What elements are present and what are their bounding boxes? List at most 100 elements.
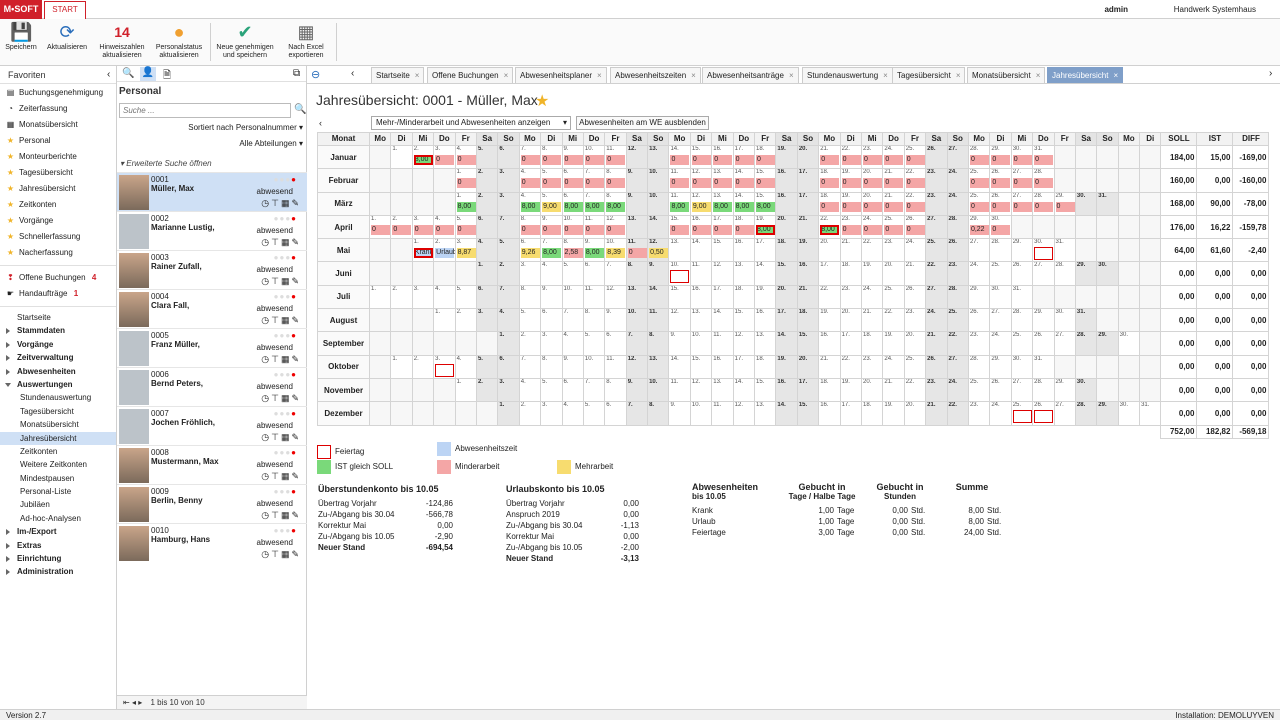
day-cell[interactable]: 6. bbox=[582, 261, 606, 286]
day-cell[interactable]: 25. 0 bbox=[967, 168, 991, 193]
day-cell[interactable]: 15. bbox=[689, 354, 713, 379]
nav-auswertungen[interactable]: Auswertungen bbox=[0, 378, 116, 391]
day-cell[interactable]: 16. bbox=[818, 331, 841, 356]
fav-schnellerfassung[interactable]: ★ Schnellerfassung bbox=[0, 229, 116, 245]
day-cell[interactable]: 27. bbox=[1053, 401, 1076, 426]
day-cell[interactable]: 23. bbox=[925, 191, 948, 216]
search-icon[interactable]: 🔍 bbox=[122, 68, 134, 79]
day-cell[interactable]: 11. bbox=[711, 401, 734, 426]
day-cell[interactable]: 3. bbox=[411, 284, 435, 310]
employee-row[interactable]: 0006 Bernd Peters, ●●●● abwesend ◷⊤▦✎ bbox=[117, 367, 307, 406]
day-cell[interactable]: 24. bbox=[903, 238, 927, 263]
day-cell[interactable]: 7. bbox=[582, 377, 606, 403]
day-cell[interactable]: 13. bbox=[647, 144, 670, 170]
day-cell[interactable]: 18. bbox=[860, 401, 884, 426]
edit-icon[interactable]: ✎ bbox=[291, 237, 301, 247]
calendar-icon[interactable]: ▦ bbox=[281, 471, 292, 481]
stamp-icon[interactable]: ⊤ bbox=[271, 471, 281, 481]
day-cell[interactable]: 23. bbox=[925, 168, 948, 193]
day-cell[interactable]: 23. 0 bbox=[860, 144, 884, 170]
day-cell[interactable]: 6. bbox=[475, 214, 499, 240]
day-cell[interactable]: 11. 8,00 bbox=[668, 191, 691, 216]
day-cell[interactable]: 16. bbox=[775, 168, 798, 193]
day-cell[interactable]: 23. bbox=[839, 284, 862, 310]
day-cell[interactable]: 31. bbox=[1053, 238, 1076, 263]
document-icon[interactable]: 🗎 bbox=[163, 68, 171, 85]
day-cell[interactable]: 3. bbox=[497, 377, 520, 403]
day-cell[interactable]: 15. bbox=[732, 308, 756, 333]
day-cell[interactable]: 25. bbox=[1010, 401, 1034, 426]
day-cell[interactable]: 5. bbox=[497, 238, 520, 263]
day-cell[interactable]: 18. bbox=[754, 354, 777, 379]
day-cell[interactable]: 29. bbox=[967, 284, 991, 310]
day-cell[interactable]: 6. bbox=[604, 331, 627, 356]
day-cell[interactable]: 27. bbox=[946, 354, 969, 379]
day-cell[interactable]: 25. bbox=[903, 354, 927, 379]
day-cell[interactable]: 20. bbox=[882, 261, 905, 286]
day-cell[interactable]: 18. 0 bbox=[732, 214, 756, 240]
day-cell[interactable]: 17. bbox=[754, 238, 777, 263]
employee-row[interactable]: 0003 Rainer Zufall, ●●●● abwesend ◷⊤▦✎ bbox=[117, 250, 307, 289]
day-cell[interactable]: 15. 0 bbox=[689, 144, 713, 170]
day-cell[interactable]: 4. bbox=[497, 308, 520, 333]
day-cell[interactable]: 5. bbox=[582, 401, 606, 426]
nav-zeitkonten[interactable]: Zeitkonten bbox=[0, 445, 116, 458]
day-cell[interactable]: 16. bbox=[689, 284, 713, 310]
day-cell[interactable]: 28. bbox=[946, 284, 969, 310]
day-cell[interactable]: 7. 8,00 bbox=[582, 191, 606, 216]
day-cell[interactable]: 19. bbox=[775, 354, 798, 379]
day-cell[interactable]: 7. bbox=[561, 308, 584, 333]
day-cell[interactable]: 9. bbox=[647, 261, 670, 286]
day-cell[interactable]: 14. 0 bbox=[668, 144, 691, 170]
day-cell[interactable]: 1. bbox=[433, 308, 456, 333]
day-cell[interactable]: 19. bbox=[818, 308, 841, 333]
day-cell[interactable]: 9. bbox=[625, 377, 649, 403]
day-cell[interactable]: 11. bbox=[711, 331, 734, 356]
day-cell[interactable]: 16. bbox=[732, 238, 756, 263]
day-cell[interactable]: 12. bbox=[732, 401, 756, 426]
fav-zeitkonten[interactable]: ★ Zeitkonten bbox=[0, 197, 116, 213]
day-cell[interactable]: 22. bbox=[860, 238, 884, 263]
day-cell[interactable]: 16. 0 bbox=[711, 144, 734, 170]
day-cell[interactable]: 29. bbox=[1096, 401, 1119, 426]
day-cell[interactable]: 7. bbox=[497, 284, 520, 310]
day-cell[interactable]: 28. bbox=[967, 354, 991, 379]
collapse-chevron-icon[interactable]: ‹ bbox=[107, 69, 110, 80]
day-cell[interactable]: 6. 0 bbox=[561, 168, 584, 193]
day-cell[interactable]: 10. bbox=[582, 354, 606, 379]
day-cell[interactable]: 21. bbox=[903, 261, 927, 286]
day-cell[interactable]: 20. bbox=[775, 214, 798, 240]
day-cell[interactable]: 22. bbox=[882, 308, 905, 333]
day-cell[interactable]: 28. bbox=[1053, 261, 1076, 286]
day-cell[interactable]: 15. bbox=[711, 238, 734, 263]
close-tab-icon[interactable]: × bbox=[504, 71, 509, 80]
day-cell[interactable]: 22. bbox=[946, 401, 969, 426]
day-cell[interactable]: 13. bbox=[625, 214, 649, 240]
employee-row[interactable]: 0010 Hamburg, Hans ●●●● abwesend ◷⊤▦✎ bbox=[117, 523, 307, 562]
day-cell[interactable]: 1. Krank bbox=[411, 238, 435, 263]
nav-jubilaeen[interactable]: Jubiläen bbox=[0, 498, 116, 511]
day-cell[interactable]: 17. bbox=[796, 168, 820, 193]
nav-zeitverwaltung[interactable]: Zeitverwaltung bbox=[0, 351, 116, 364]
day-cell[interactable]: 17. bbox=[711, 284, 734, 310]
day-cell[interactable]: 13. bbox=[754, 401, 777, 426]
clock-icon[interactable]: ◷ bbox=[261, 393, 271, 403]
close-tab-icon[interactable]: × bbox=[691, 71, 696, 80]
day-cell[interactable]: 27. bbox=[925, 214, 948, 240]
employee-row[interactable]: 0008 Mustermann, Max ●●●● abwesend ◷⊤▦✎ bbox=[117, 445, 307, 484]
day-cell[interactable]: 21. bbox=[925, 331, 948, 356]
day-cell[interactable]: 24. bbox=[860, 284, 884, 310]
day-cell[interactable]: 23. 0 bbox=[839, 214, 862, 240]
nav-weitere-zeitkonten[interactable]: Weitere Zeitkonten bbox=[0, 458, 116, 471]
day-cell[interactable]: 17. bbox=[818, 261, 841, 286]
day-cell[interactable]: 28. bbox=[1074, 401, 1098, 426]
day-cell[interactable]: 11. 0 bbox=[668, 168, 691, 193]
day-cell[interactable]: 19. 8,00 bbox=[754, 214, 777, 240]
day-cell[interactable]: 19. bbox=[754, 284, 777, 310]
day-cell[interactable]: 10. 0 bbox=[582, 144, 606, 170]
day-cell[interactable]: 22. bbox=[946, 331, 969, 356]
stamp-icon[interactable]: ⊤ bbox=[271, 549, 281, 559]
edit-icon[interactable]: ✎ bbox=[291, 471, 301, 481]
day-cell[interactable]: 15. 0 bbox=[754, 168, 777, 193]
day-cell[interactable]: 28. bbox=[1074, 331, 1098, 356]
